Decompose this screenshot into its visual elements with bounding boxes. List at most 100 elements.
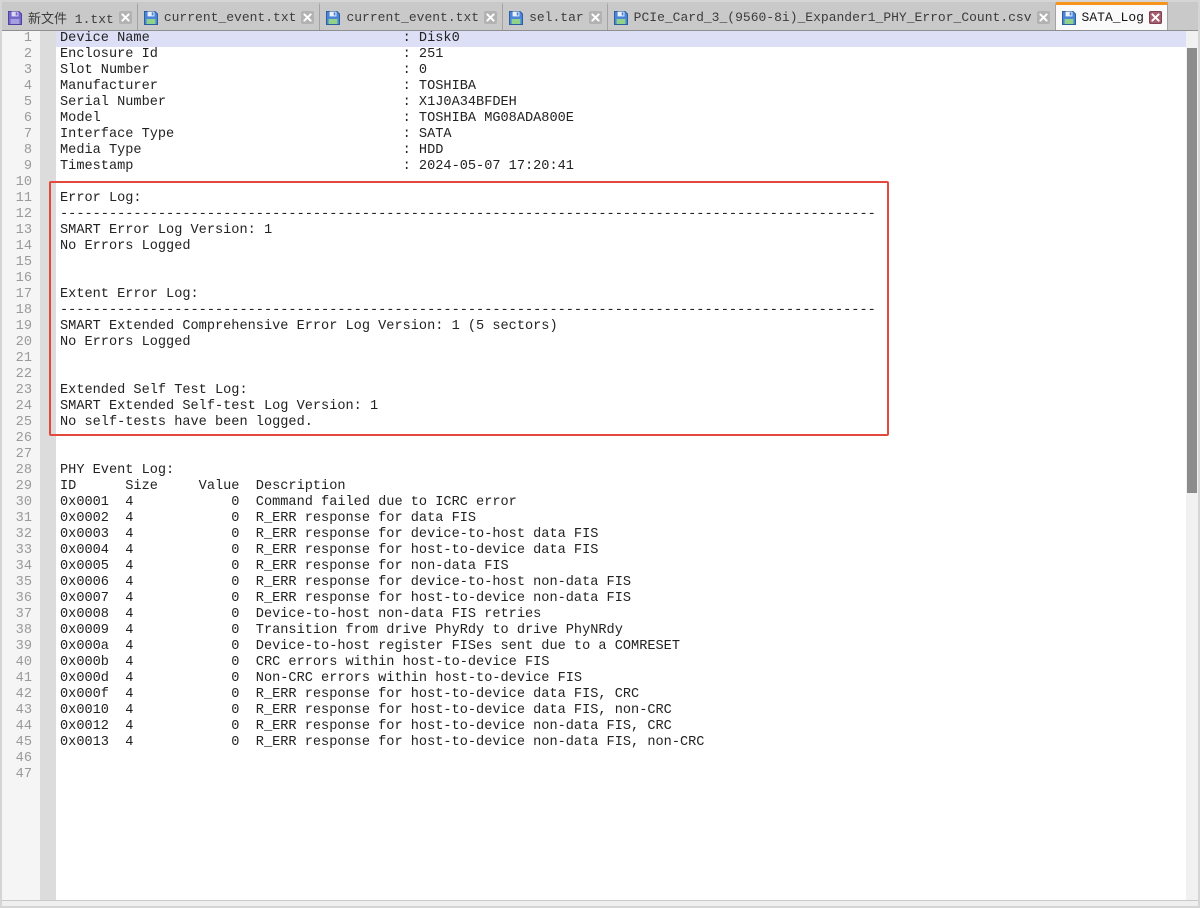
line-text[interactable]: 0x0004 4 0 R_ERR response for host-to-de…	[56, 543, 1186, 559]
tab-label: PCIe_Card_3_(9560-8i)_Expander1_PHY_Erro…	[634, 10, 1032, 25]
line-text[interactable]	[56, 351, 1186, 367]
editor-line: 3Slot Number : 0	[2, 63, 1186, 79]
tab-pcie-card-3-9560-8i-expander1-phy-error-count-csv[interactable]: PCIe_Card_3_(9560-8i)_Expander1_PHY_Erro…	[608, 2, 1056, 30]
vertical-scrollbar[interactable]	[1186, 31, 1198, 900]
line-text[interactable]: 0x0008 4 0 Device-to-host non-data FIS r…	[56, 607, 1186, 623]
line-text[interactable]: 0x0002 4 0 R_ERR response for data FIS	[56, 511, 1186, 527]
bookmark-margin	[40, 687, 56, 703]
line-text[interactable]: Timestamp : 2024-05-07 17:20:41	[56, 159, 1186, 175]
close-icon[interactable]	[589, 11, 602, 24]
line-text[interactable]	[56, 255, 1186, 271]
line-text[interactable]: 0x0012 4 0 R_ERR response for host-to-de…	[56, 719, 1186, 735]
line-text[interactable]: SMART Error Log Version: 1	[56, 223, 1186, 239]
bookmark-margin	[40, 479, 56, 495]
bookmark-margin	[40, 271, 56, 287]
line-number: 12	[2, 207, 40, 223]
bookmark-margin	[40, 719, 56, 735]
line-text[interactable]: ----------------------------------------…	[56, 207, 1186, 223]
line-text[interactable]: Extended Self Test Log:	[56, 383, 1186, 399]
line-text[interactable]	[56, 447, 1186, 463]
line-text[interactable]: 0x0007 4 0 R_ERR response for host-to-de…	[56, 591, 1186, 607]
line-text[interactable]	[56, 367, 1186, 383]
bookmark-margin	[40, 591, 56, 607]
tab-sata-log[interactable]: SATA_Log	[1056, 2, 1168, 30]
line-text[interactable]	[56, 767, 1186, 783]
line-text[interactable]: Media Type : HDD	[56, 143, 1186, 159]
horizontal-scrollbar[interactable]	[2, 900, 1198, 906]
editor-line: 12 --------------------------------------…	[2, 207, 1186, 223]
line-text[interactable]: Manufacturer : TOSHIBA	[56, 79, 1186, 95]
tab-current-event-txt[interactable]: current_event.txt	[320, 2, 503, 30]
line-text[interactable]: Device Name : Disk0	[56, 31, 1186, 47]
bookmark-margin	[40, 207, 56, 223]
scrollbar-thumb[interactable]	[1187, 48, 1197, 493]
line-text[interactable]: No self-tests have been logged.	[56, 415, 1186, 431]
line-text[interactable]: 0x0005 4 0 R_ERR response for non-data F…	[56, 559, 1186, 575]
line-number: 8	[2, 143, 40, 159]
line-text[interactable]: 0x0010 4 0 R_ERR response for host-to-de…	[56, 703, 1186, 719]
editor-line: 18 --------------------------------------…	[2, 303, 1186, 319]
editor-line: 26	[2, 431, 1186, 447]
line-text[interactable]: PHY Event Log:	[56, 463, 1186, 479]
bookmark-margin	[40, 175, 56, 191]
close-icon[interactable]	[119, 11, 132, 24]
editor-line: 23Extended Self Test Log:	[2, 383, 1186, 399]
tab-current-event-txt[interactable]: current_event.txt	[138, 2, 321, 30]
close-icon[interactable]	[1037, 11, 1050, 24]
bookmark-margin	[40, 47, 56, 63]
tab-1-txt[interactable]: 新文件 1.txt	[2, 2, 138, 30]
line-number: 19	[2, 319, 40, 335]
editor-line: 16	[2, 271, 1186, 287]
editor-line: 450x0013 4 0 R_ERR response for host-to-…	[2, 735, 1186, 751]
line-text[interactable]: Extent Error Log:	[56, 287, 1186, 303]
new-file-floppy-icon	[7, 10, 23, 26]
line-text[interactable]: 0x000f 4 0 R_ERR response for host-to-de…	[56, 687, 1186, 703]
line-number: 31	[2, 511, 40, 527]
line-text[interactable]: Interface Type : SATA	[56, 127, 1186, 143]
bookmark-margin	[40, 639, 56, 655]
line-text[interactable]: No Errors Logged	[56, 335, 1186, 351]
line-number: 32	[2, 527, 40, 543]
line-text[interactable]: Model : TOSHIBA MG08ADA800E	[56, 111, 1186, 127]
line-text[interactable]: ID Size Value Description	[56, 479, 1186, 495]
line-number: 29	[2, 479, 40, 495]
line-text[interactable]: Error Log:	[56, 191, 1186, 207]
editor-line: 300x0001 4 0 Command failed due to ICRC …	[2, 495, 1186, 511]
line-number: 4	[2, 79, 40, 95]
close-icon[interactable]	[484, 11, 497, 24]
line-number: 11	[2, 191, 40, 207]
line-text[interactable]: No Errors Logged	[56, 239, 1186, 255]
line-number: 36	[2, 591, 40, 607]
line-number: 18	[2, 303, 40, 319]
line-text[interactable]: 0x0003 4 0 R_ERR response for device-to-…	[56, 527, 1186, 543]
line-text[interactable]	[56, 751, 1186, 767]
editor-line: 10	[2, 175, 1186, 191]
line-text[interactable]: Serial Number : X1J0A34BFDEH	[56, 95, 1186, 111]
line-text[interactable]	[56, 431, 1186, 447]
bookmark-margin	[40, 463, 56, 479]
line-text[interactable]: 0x0009 4 0 Transition from drive PhyRdy …	[56, 623, 1186, 639]
bookmark-margin	[40, 79, 56, 95]
line-text[interactable]: 0x000a 4 0 Device-to-host register FISes…	[56, 639, 1186, 655]
line-text[interactable]	[56, 271, 1186, 287]
line-text[interactable]: ----------------------------------------…	[56, 303, 1186, 319]
editor-line: 9Timestamp : 2024-05-07 17:20:41	[2, 159, 1186, 175]
close-icon[interactable]	[1149, 11, 1162, 24]
line-text[interactable]: Enclosure Id : 251	[56, 47, 1186, 63]
saved-file-floppy-icon	[508, 10, 524, 26]
line-text[interactable]	[56, 175, 1186, 191]
line-text[interactable]: 0x000d 4 0 Non-CRC errors within host-to…	[56, 671, 1186, 687]
line-text[interactable]: SMART Extended Comprehensive Error Log V…	[56, 319, 1186, 335]
line-text[interactable]: Slot Number : 0	[56, 63, 1186, 79]
bookmark-margin	[40, 383, 56, 399]
line-text[interactable]: 0x000b 4 0 CRC errors within host-to-dev…	[56, 655, 1186, 671]
line-text[interactable]: 0x0006 4 0 R_ERR response for device-to-…	[56, 575, 1186, 591]
editor-line: 440x0012 4 0 R_ERR response for host-to-…	[2, 719, 1186, 735]
editor-line: 5Serial Number : X1J0A34BFDEH	[2, 95, 1186, 111]
bookmark-margin	[40, 31, 56, 47]
line-text[interactable]: SMART Extended Self-test Log Version: 1	[56, 399, 1186, 415]
close-icon[interactable]	[301, 11, 314, 24]
tab-sel-tar[interactable]: sel.tar	[503, 2, 608, 30]
line-text[interactable]: 0x0013 4 0 R_ERR response for host-to-de…	[56, 735, 1186, 751]
line-text[interactable]: 0x0001 4 0 Command failed due to ICRC er…	[56, 495, 1186, 511]
